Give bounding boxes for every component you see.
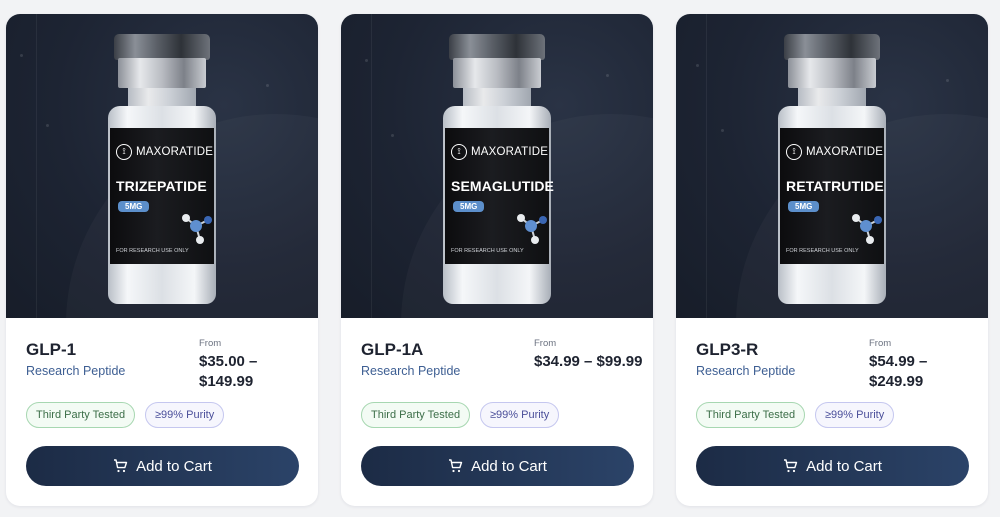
add-to-cart-button[interactable]: Add to Cart [26, 446, 299, 486]
price-range: $34.99 – $99.99 [534, 353, 643, 370]
product-image[interactable]: ⟟ MAXORATIDE RETATRUTIDE 5MG FOR RESEARC… [676, 14, 988, 318]
vial-product-name: TRIZEPATIDE [116, 178, 207, 194]
third-party-tested-badge: Third Party Tested [361, 402, 471, 428]
vial-label: ⟟ MAXORATIDE SEMAGLUTIDE 5MG FOR RESEARC… [445, 128, 554, 264]
molecule-icon [852, 214, 882, 244]
add-to-cart-label: Add to Cart [806, 457, 882, 475]
purity-badge: ≥99% Purity [145, 402, 225, 428]
price-range: $54.99 – $249.99 [869, 353, 928, 390]
shopping-cart-icon [448, 459, 463, 473]
vial-label: ⟟ MAXORATIDE TRIZEPATIDE 5MG FOR RESEARC… [110, 128, 214, 264]
product-card[interactable]: ⟟ MAXORATIDE SEMAGLUTIDE 5MG FOR RESEARC… [341, 14, 653, 506]
purity-badge: ≥99% Purity [815, 402, 895, 428]
vial-cap [449, 34, 545, 60]
vial-brand-text: MAXORATIDE [136, 146, 214, 158]
add-to-cart-label: Add to Cart [471, 457, 547, 475]
background-dot [266, 84, 269, 87]
product-info: GLP3-R Research Peptide From $54.99 – $2… [676, 318, 988, 506]
vial-research-note: FOR RESEARCH USE ONLY [451, 248, 524, 254]
background-dot [721, 129, 724, 132]
molecule-icon [517, 214, 547, 244]
vial-brand-text: MAXORATIDE [806, 146, 884, 158]
vial-dose-tag: 5MG [453, 201, 485, 212]
price-from-label: From [534, 338, 557, 349]
add-to-cart-button[interactable]: Add to Cart [361, 446, 634, 486]
product-card[interactable]: ⟟ MAXORATIDE RETATRUTIDE 5MG FOR RESEARC… [676, 14, 988, 506]
background-line [371, 14, 372, 318]
third-party-tested-badge: Third Party Tested [26, 402, 136, 428]
vial: ⟟ MAXORATIDE SEMAGLUTIDE 5MG FOR RESEARC… [441, 34, 554, 304]
vial-crimp [788, 58, 876, 88]
background-dot [391, 134, 394, 137]
vial-product-name: RETATRUTIDE [786, 178, 884, 194]
shopping-cart-icon [113, 459, 128, 473]
product-grid: ⟟ MAXORATIDE TRIZEPATIDE 5MG FOR RESEARC… [0, 0, 1000, 517]
background-dot [365, 59, 368, 62]
vial-research-note: FOR RESEARCH USE ONLY [786, 248, 859, 254]
product-category: Research Peptide [26, 364, 126, 378]
background-dot [696, 64, 699, 67]
price-from-label: From [869, 338, 892, 349]
vial-research-note: FOR RESEARCH USE ONLY [116, 248, 189, 254]
vial: ⟟ MAXORATIDE RETATRUTIDE 5MG FOR RESEARC… [776, 34, 888, 304]
vial-cap [114, 34, 210, 60]
product-title[interactable]: GLP-1A [361, 340, 423, 360]
background-line [706, 14, 707, 318]
vial-brand: ⟟ MAXORATIDE [451, 144, 549, 160]
purity-badge: ≥99% Purity [480, 402, 560, 428]
runner-logo-icon: ⟟ [786, 144, 802, 160]
vial-cap [784, 34, 880, 60]
add-to-cart-button[interactable]: Add to Cart [696, 446, 969, 486]
product-category: Research Peptide [361, 364, 461, 378]
background-dot [606, 74, 609, 77]
vial-product-name: SEMAGLUTIDE [451, 178, 554, 194]
add-to-cart-label: Add to Cart [136, 457, 212, 475]
vial-brand-text: MAXORATIDE [471, 146, 549, 158]
background-line [36, 14, 37, 318]
vial-crimp [453, 58, 541, 88]
vial: ⟟ MAXORATIDE TRIZEPATIDE 5MG FOR RESEARC… [106, 34, 218, 304]
product-image[interactable]: ⟟ MAXORATIDE SEMAGLUTIDE 5MG FOR RESEARC… [341, 14, 653, 318]
background-dot [46, 124, 49, 127]
product-title[interactable]: GLP-1 [26, 340, 76, 360]
vial-dose-tag: 5MG [118, 201, 150, 212]
product-card[interactable]: ⟟ MAXORATIDE TRIZEPATIDE 5MG FOR RESEARC… [6, 14, 318, 506]
shopping-cart-icon [783, 459, 798, 473]
runner-logo-icon: ⟟ [116, 144, 132, 160]
price-from-label: From [199, 338, 222, 349]
product-category: Research Peptide [696, 364, 796, 378]
product-info: GLP-1 Research Peptide From $35.00 – $14… [6, 318, 318, 506]
molecule-icon [182, 214, 212, 244]
background-dot [946, 79, 949, 82]
vial-brand: ⟟ MAXORATIDE [786, 144, 884, 160]
background-dot [20, 54, 23, 57]
vial-dose-tag: 5MG [788, 201, 820, 212]
vial-crimp [118, 58, 206, 88]
product-info: GLP-1A Research Peptide From $34.99 – $9… [341, 318, 653, 506]
product-image[interactable]: ⟟ MAXORATIDE TRIZEPATIDE 5MG FOR RESEARC… [6, 14, 318, 318]
vial-brand: ⟟ MAXORATIDE [116, 144, 214, 160]
vial-label: ⟟ MAXORATIDE RETATRUTIDE 5MG FOR RESEARC… [780, 128, 884, 264]
price-range: $35.00 – $149.99 [199, 353, 258, 390]
product-title[interactable]: GLP3-R [696, 340, 758, 360]
runner-logo-icon: ⟟ [451, 144, 467, 160]
third-party-tested-badge: Third Party Tested [696, 402, 806, 428]
